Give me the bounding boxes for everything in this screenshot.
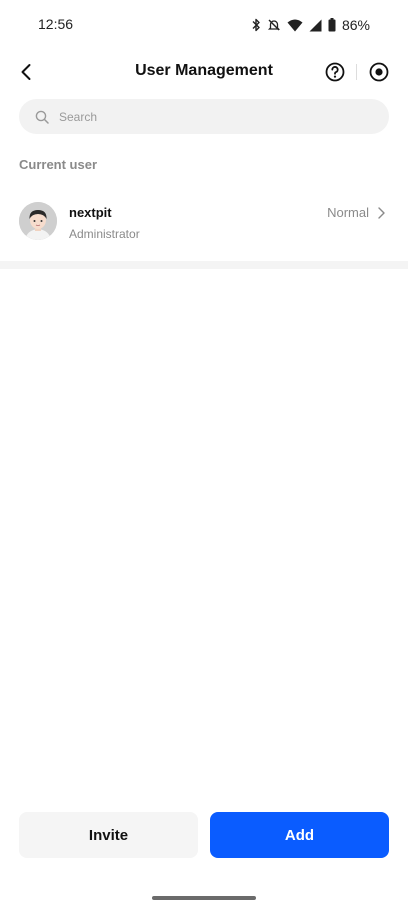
- status-icons: 86%: [251, 16, 370, 34]
- invite-button[interactable]: Invite: [19, 812, 198, 858]
- status-bar: 12:56 86%: [0, 0, 408, 48]
- status-time: 12:56: [38, 16, 74, 32]
- record-circle-icon: [369, 62, 389, 82]
- bluetooth-icon: [251, 18, 261, 32]
- page-title: User Management: [135, 62, 273, 79]
- help-circle-icon: [325, 62, 345, 82]
- section-label-current-user: Current user: [19, 157, 98, 172]
- user-role: Administrator: [69, 227, 140, 241]
- search-input[interactable]: [57, 108, 361, 125]
- battery-percent: 86%: [341, 17, 370, 33]
- more-button[interactable]: [368, 61, 390, 83]
- user-name: nextpit: [69, 205, 112, 220]
- avatar: [19, 202, 57, 240]
- add-button[interactable]: Add: [210, 812, 389, 858]
- wifi-icon: [287, 19, 303, 32]
- search-icon: [35, 110, 49, 124]
- home-indicator[interactable]: [152, 896, 256, 900]
- battery-icon: [328, 18, 336, 32]
- signal-icon: [309, 19, 322, 32]
- chevron-right-icon: [378, 207, 385, 219]
- user-status: Normal: [327, 205, 369, 220]
- search-bar[interactable]: [19, 99, 389, 134]
- header-divider: [356, 64, 357, 80]
- mute-icon: [267, 18, 281, 32]
- app-header: User Management: [0, 52, 408, 92]
- section-separator: [0, 261, 408, 269]
- bottom-action-bar: Invite Add: [0, 812, 408, 858]
- help-button[interactable]: [324, 61, 346, 83]
- user-row[interactable]: nextpit Administrator Normal: [0, 190, 408, 256]
